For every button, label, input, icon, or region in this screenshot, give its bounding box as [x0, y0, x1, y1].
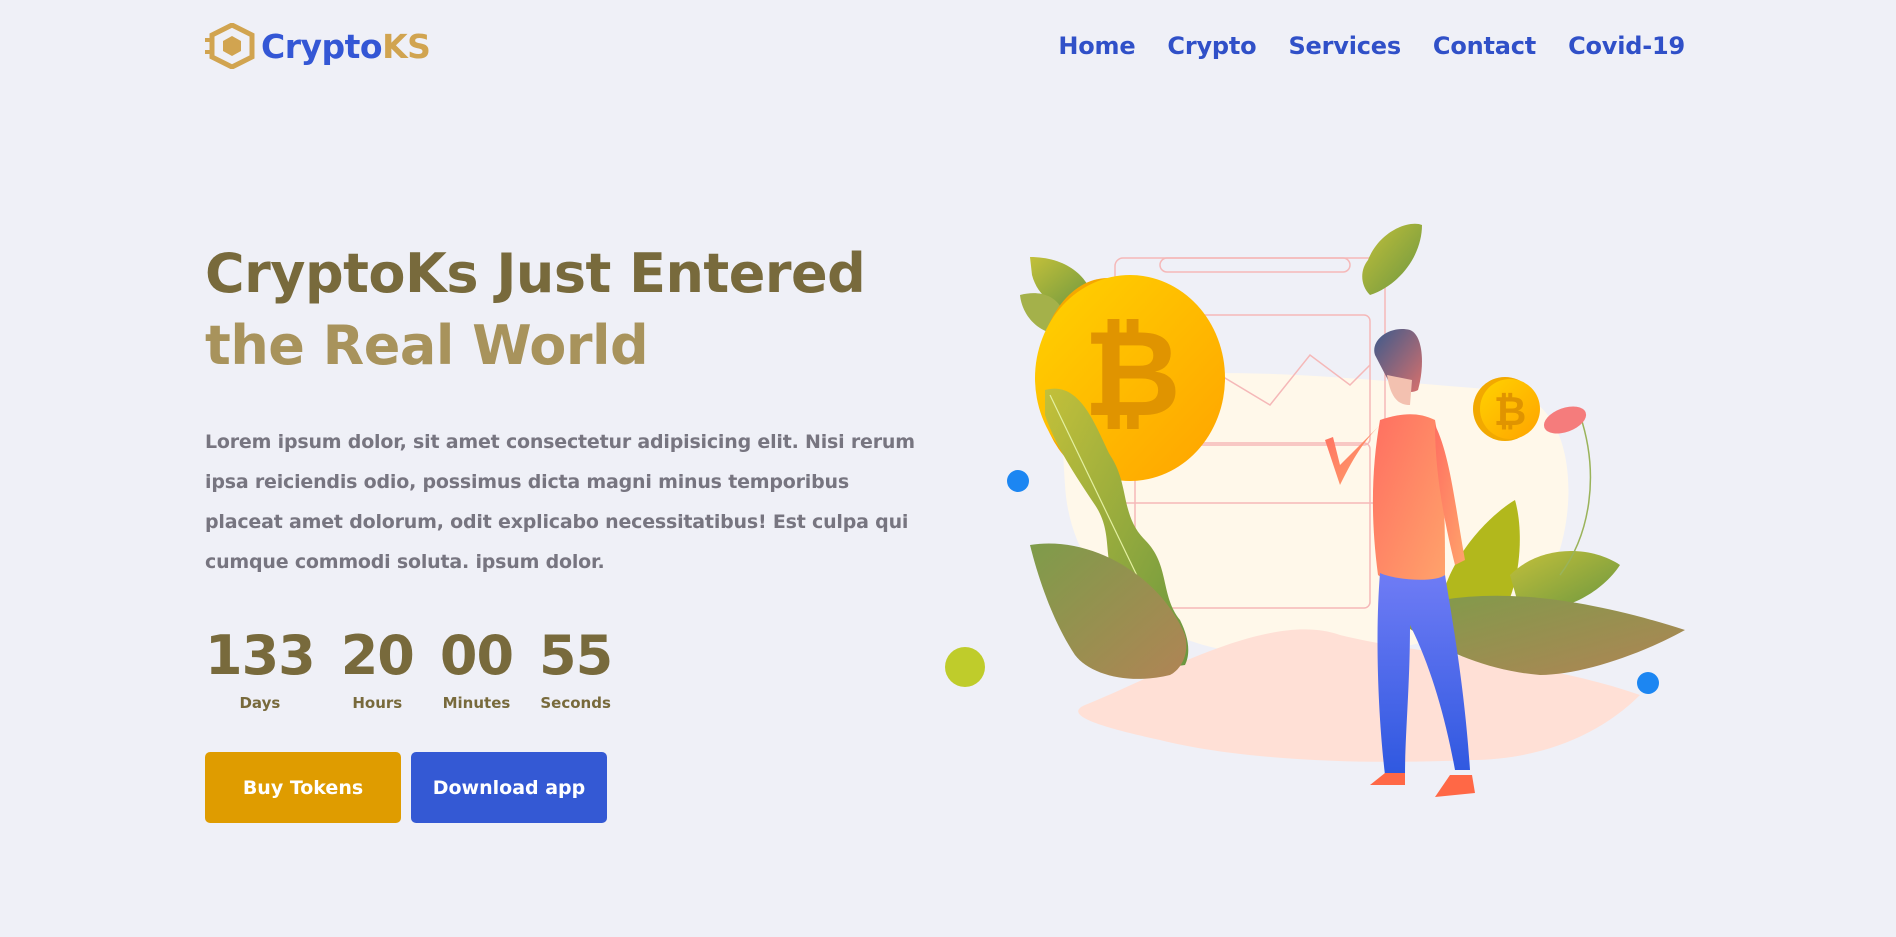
hero-title-dark: CryptoKs Just Entered [205, 242, 866, 305]
countdown-hours-value: 20 [340, 624, 415, 687]
countdown-days-value: 133 [205, 624, 316, 687]
svg-text:₿: ₿ [1494, 389, 1527, 435]
download-app-button[interactable]: Download app [411, 752, 607, 823]
countdown-seconds-label: Seconds [540, 694, 611, 712]
brand-logo[interactable]: CryptoKS [205, 23, 431, 69]
site-header: CryptoKS Home Crypto Services Contact Co… [205, 22, 1685, 70]
countdown-minutes: 00 Minutes [439, 622, 514, 712]
buy-tokens-button[interactable]: Buy Tokens [205, 752, 401, 823]
countdown-days: 133 Days [205, 622, 316, 712]
countdown-seconds: 55 Seconds [539, 622, 613, 712]
hero-description: Lorem ipsum dolor, sit amet consectetur … [205, 431, 915, 573]
countdown-minutes-value: 00 [439, 624, 514, 687]
nav-contact[interactable]: Contact [1433, 32, 1536, 60]
logo-hexagon-icon [205, 23, 255, 69]
nav-services[interactable]: Services [1288, 32, 1401, 60]
nav-covid-19[interactable]: Covid-19 [1568, 32, 1685, 60]
hero-title: CryptoKs Just Entered the Real World [205, 238, 965, 382]
brand-name-part2: KS [382, 26, 431, 66]
bitcoin-symbol-icon: ₿ [1083, 305, 1181, 444]
brand-name-part1: Crypto [261, 26, 383, 66]
countdown-hours-label: Hours [352, 694, 403, 712]
svg-text:₿: ₿ [1083, 305, 1181, 444]
nav-home[interactable]: Home [1058, 32, 1135, 60]
hero-title-light: the Real World [205, 314, 649, 377]
countdown-timer: 133 Days 20 Hours 00 Minutes 55 Seconds [205, 622, 613, 712]
hero-illustration: ₿ ₿ ₿ [945, 223, 1685, 797]
countdown-seconds-value: 55 [539, 624, 613, 687]
nav-crypto[interactable]: Crypto [1167, 32, 1256, 60]
hero-actions: Buy Tokens Download app [205, 752, 607, 823]
countdown-hours: 20 Hours [340, 622, 415, 712]
countdown-days-label: Days [239, 694, 281, 712]
countdown-minutes-label: Minutes [442, 694, 511, 712]
brand-name: CryptoKS [261, 26, 431, 66]
main-nav: Home Crypto Services Contact Covid-19 [1058, 32, 1685, 60]
